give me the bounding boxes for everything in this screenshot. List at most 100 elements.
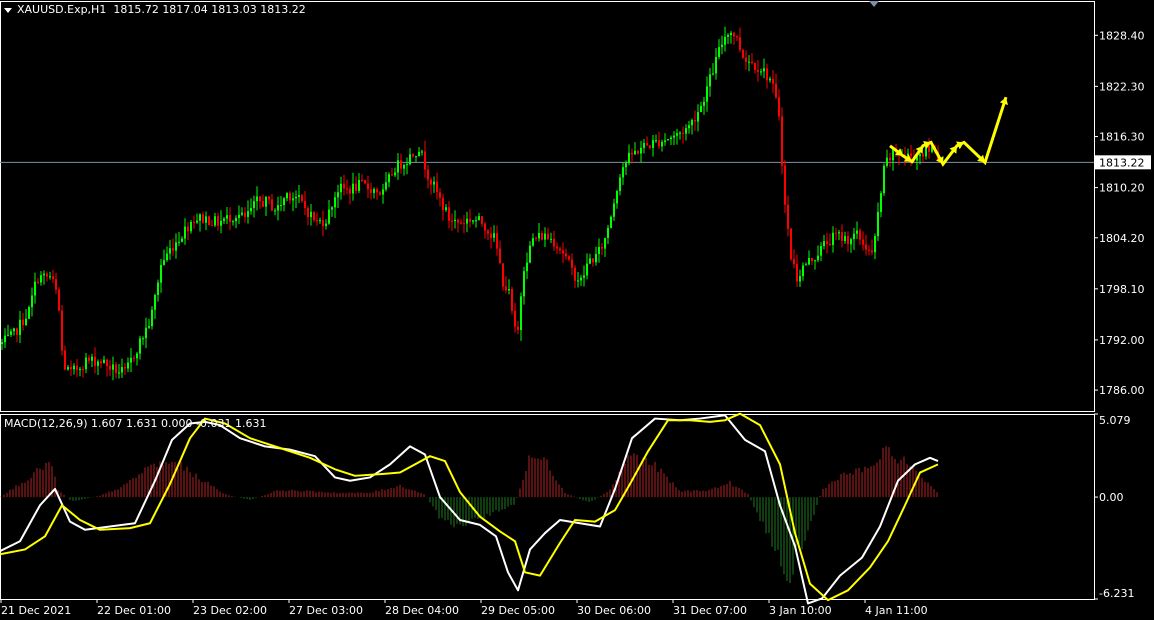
candle-body <box>100 361 102 364</box>
candle-body <box>307 207 309 218</box>
candle-body <box>40 275 42 283</box>
candle-body <box>115 364 117 374</box>
candle-body <box>151 309 153 327</box>
candle-body <box>91 356 93 361</box>
candle-body <box>133 357 135 359</box>
candle-body <box>205 216 207 223</box>
symbol-label: XAUUSD.Exp,H1 <box>17 3 107 16</box>
candle-body <box>829 243 831 246</box>
candle-body <box>649 145 651 148</box>
candle-body <box>469 218 471 222</box>
candle-body <box>46 273 48 277</box>
candle-body <box>427 169 429 180</box>
candle-body <box>796 264 798 282</box>
candle-body <box>130 357 132 363</box>
candle-body <box>61 310 63 351</box>
candle-body <box>340 183 342 193</box>
candle-body <box>34 281 36 296</box>
candle-body <box>187 226 189 232</box>
candle-body <box>721 44 723 48</box>
candle-body <box>22 319 24 326</box>
candle-body <box>355 183 357 191</box>
time-axis-label: 23 Dec 02:00 <box>193 604 267 617</box>
candle-body <box>811 257 813 262</box>
candle-body <box>847 236 849 245</box>
candle-body <box>919 154 921 157</box>
candle-body <box>658 140 660 147</box>
price-header: XAUUSD.Exp,H1 1815.72 1817.04 1813.03 18… <box>4 3 306 16</box>
candle-body <box>397 160 399 173</box>
candle-body <box>838 232 840 234</box>
candle-body <box>511 288 513 311</box>
candle-body <box>640 147 642 154</box>
candle-body <box>136 353 138 359</box>
candle-body <box>850 239 852 245</box>
candle-body <box>106 359 108 366</box>
candle-body <box>247 211 249 217</box>
candle-body <box>910 153 912 157</box>
candle-body <box>616 191 618 204</box>
candle-body <box>535 238 537 240</box>
candle-body <box>160 264 162 283</box>
candle-body <box>676 133 678 136</box>
candle-body <box>580 277 582 281</box>
candle-body <box>832 232 834 246</box>
candle-body <box>814 260 816 262</box>
candle-body <box>124 367 126 369</box>
candle-body <box>214 216 216 226</box>
candle-body <box>634 150 636 155</box>
candle-body <box>757 70 759 72</box>
candle-body <box>772 78 774 84</box>
candle-body <box>424 151 426 170</box>
candle-body <box>679 132 681 134</box>
candle-body <box>16 328 18 335</box>
candle-body <box>874 236 876 253</box>
candle-body <box>889 157 891 161</box>
candle-body <box>172 248 174 251</box>
candle-body <box>532 238 534 246</box>
candle-body <box>517 326 519 331</box>
candle-body <box>475 220 477 222</box>
candle-body <box>175 242 177 251</box>
candle-body <box>298 195 300 197</box>
candle-body <box>601 247 603 249</box>
candle-body <box>391 174 393 176</box>
candle-body <box>334 197 336 208</box>
candle-body <box>550 238 552 240</box>
candle-body <box>271 199 273 211</box>
candle-body <box>316 220 318 222</box>
candle-body <box>127 362 129 369</box>
candle-body <box>208 216 210 226</box>
candle-body <box>4 335 6 343</box>
candle-body <box>856 230 858 234</box>
candle-body <box>349 188 351 194</box>
candle-body <box>52 276 54 280</box>
candle-body <box>148 326 150 328</box>
candle-body <box>7 334 9 336</box>
candle-body <box>28 307 30 319</box>
candle-body <box>508 288 510 291</box>
candle-body <box>184 226 186 239</box>
current-price-label: 1813.22 <box>1099 156 1145 169</box>
candle-body <box>661 141 663 147</box>
candle-body <box>211 225 213 227</box>
candle-body <box>835 232 837 234</box>
candle-body <box>178 241 180 243</box>
candle-body <box>793 259 795 265</box>
candle-body <box>883 165 885 194</box>
candle-body <box>877 211 879 237</box>
candle-body <box>568 256 570 260</box>
candle-body <box>478 216 480 221</box>
candle-body <box>454 219 456 222</box>
chart-stage: 1828.40 1822.30 1816.30 1810.20 1804.20 1798.… <box>0 1 1151 617</box>
candle-body <box>760 71 762 73</box>
candle-body <box>547 233 549 240</box>
candle-body <box>520 296 522 331</box>
menu-triangle-icon[interactable] <box>4 7 12 13</box>
candle-body <box>769 78 771 81</box>
candle-body <box>700 105 702 113</box>
candles-group <box>1 26 939 381</box>
candle-body <box>817 255 819 261</box>
candle-body <box>499 248 501 264</box>
candle-body <box>286 193 288 199</box>
